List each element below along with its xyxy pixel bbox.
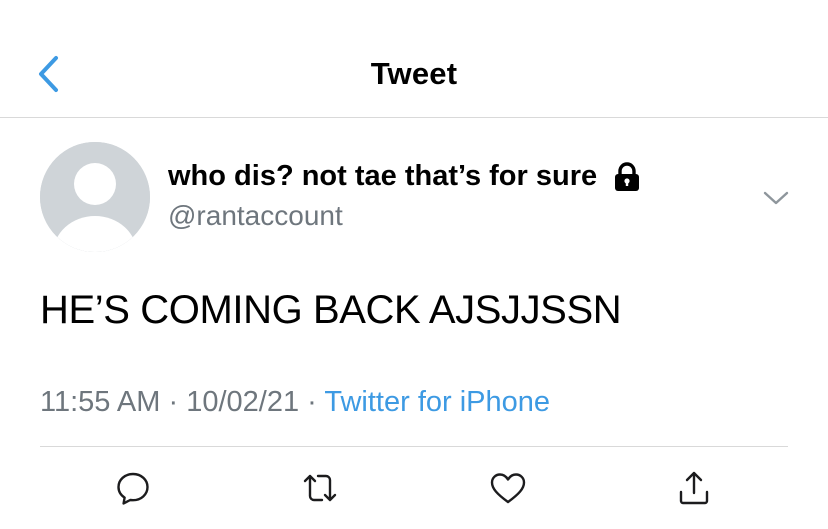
lock-icon xyxy=(613,161,641,192)
reply-button[interactable] xyxy=(111,466,155,510)
tweet-menu-button[interactable] xyxy=(760,186,792,210)
meta-separator: · xyxy=(168,386,179,418)
share-icon xyxy=(679,471,709,505)
chevron-down-icon xyxy=(763,191,789,205)
share-button[interactable] xyxy=(672,466,716,510)
tweet-meta: 11:55 AM · 10/02/21 · Twitter for iPhone xyxy=(40,386,550,419)
meta-separator: · xyxy=(307,386,317,418)
tweet-source-link[interactable]: Twitter for iPhone xyxy=(324,386,550,418)
display-name: who dis? not tae that’s for sure xyxy=(168,160,598,192)
reply-icon xyxy=(117,472,149,505)
retweet-button[interactable] xyxy=(298,466,342,510)
avatar[interactable] xyxy=(40,142,150,252)
tweet-text: HE’S COMING BACK AJSJJSSN xyxy=(40,288,622,332)
tweet-date: 10/02/21 xyxy=(186,386,300,418)
page-title: Tweet xyxy=(370,56,458,91)
tweet-time: 11:55 AM xyxy=(40,386,161,418)
divider xyxy=(40,446,788,447)
retweet-icon xyxy=(303,474,337,502)
author-name[interactable]: who dis? not tae that’s for sure xyxy=(168,160,641,193)
nav-bar: Tweet xyxy=(0,0,828,118)
like-button[interactable] xyxy=(486,466,530,510)
heart-icon xyxy=(490,473,526,504)
default-avatar-icon xyxy=(40,142,150,252)
author-handle[interactable]: @rantaccount xyxy=(168,200,343,232)
